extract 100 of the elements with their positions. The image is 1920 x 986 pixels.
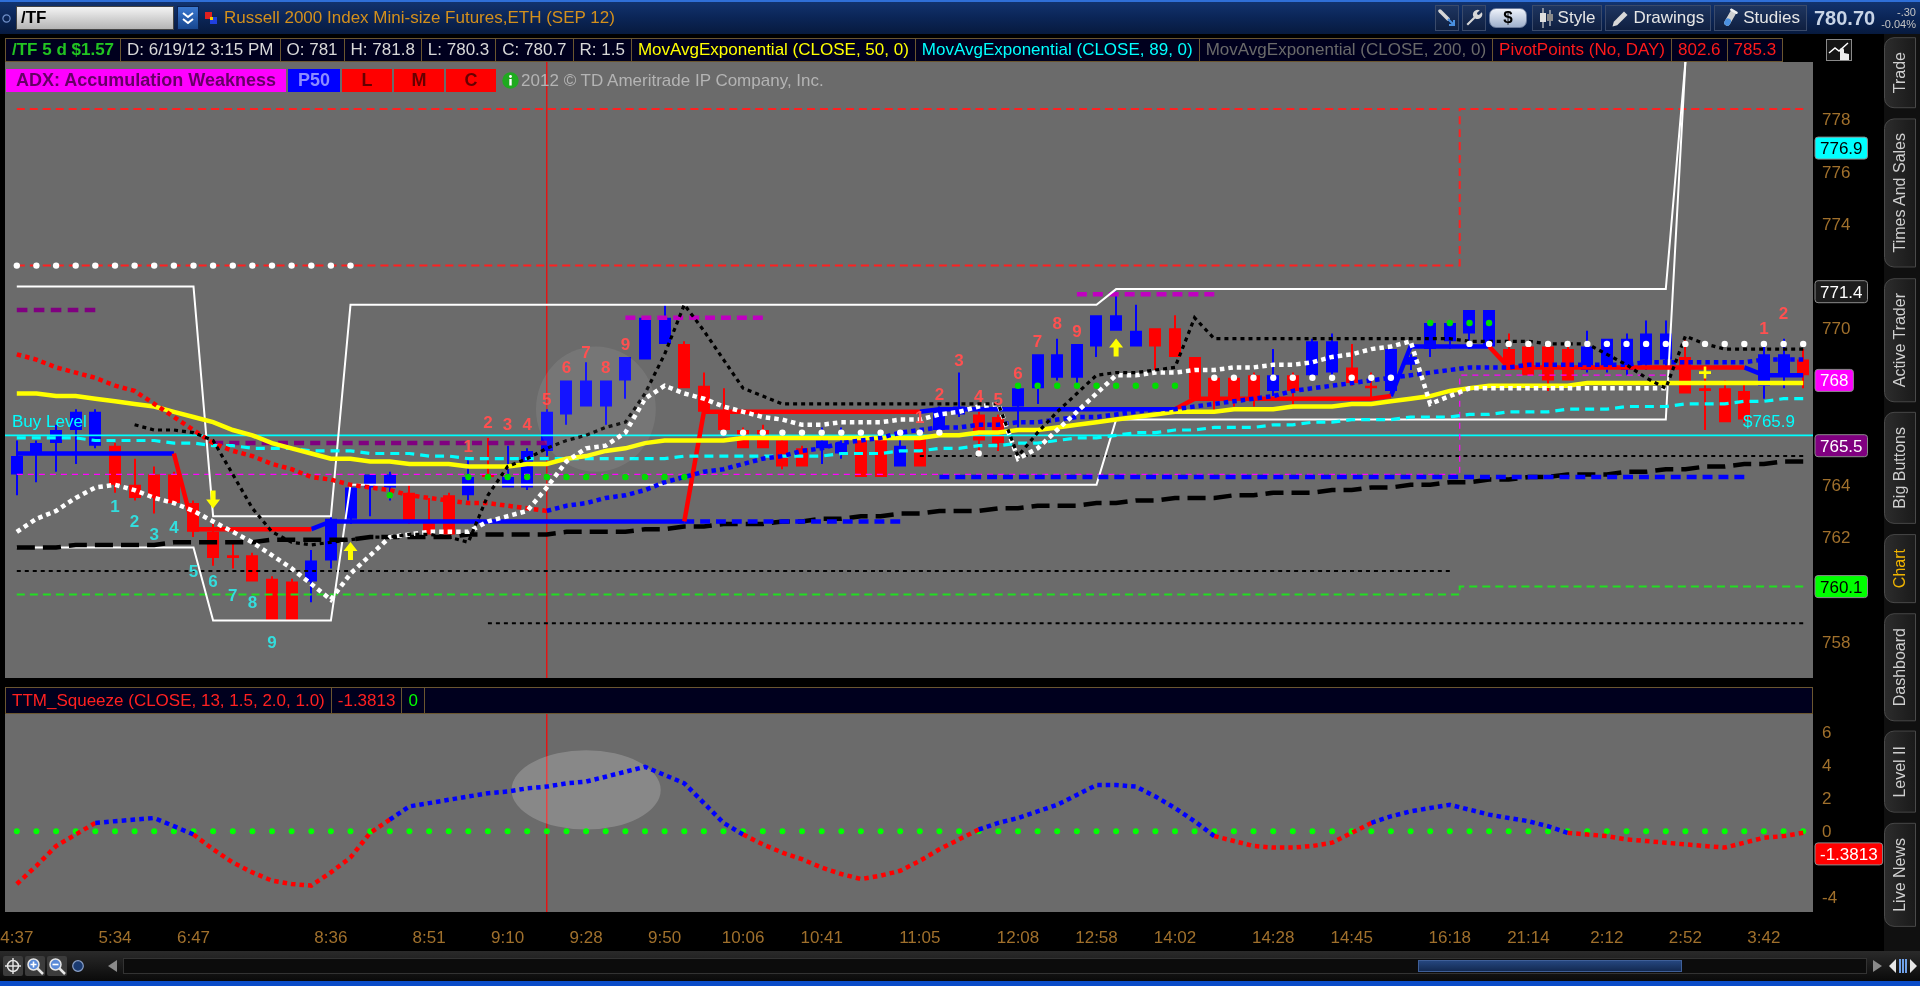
data-point	[465, 828, 472, 835]
data-point	[681, 473, 688, 481]
count-label: 7	[581, 342, 591, 362]
zoom-out-icon[interactable]	[47, 956, 67, 976]
study-badge: L	[342, 69, 393, 92]
side-tab[interactable]: Big Buttons	[1884, 411, 1916, 524]
candle	[1149, 328, 1161, 370]
data-point	[838, 429, 845, 436]
count-label: 1	[915, 408, 925, 427]
candle	[639, 317, 651, 360]
data-point	[857, 828, 864, 835]
candle	[364, 474, 376, 517]
data-point	[956, 828, 963, 835]
circle-icon[interactable]	[72, 960, 84, 972]
data-point	[1701, 340, 1709, 348]
data-point	[1034, 382, 1041, 389]
legend-item: /TF 5 d $1.57	[11, 39, 116, 61]
style-button[interactable]: Style	[1531, 5, 1603, 31]
count-label: 8	[1052, 314, 1062, 333]
data-point	[1093, 828, 1100, 835]
caret-right-icon[interactable]	[1873, 960, 1882, 972]
data-point	[1721, 828, 1728, 835]
candle	[1169, 315, 1181, 357]
data-point	[1446, 828, 1453, 835]
data-point	[1603, 828, 1610, 835]
time-label: 11:05	[899, 928, 941, 947]
side-tab[interactable]: Dashboard	[1884, 612, 1916, 722]
data-point	[1112, 382, 1120, 389]
dropdown-button[interactable]	[177, 6, 199, 30]
studies-button[interactable]: Studies	[1714, 5, 1807, 31]
data-point	[1564, 340, 1571, 348]
time-label: 12:58	[1075, 928, 1118, 947]
data-point	[1584, 828, 1591, 835]
drawings-button[interactable]: Drawings	[1605, 5, 1712, 31]
color-squares-icon	[205, 12, 217, 24]
candle	[11, 440, 23, 496]
data-point	[1211, 374, 1218, 381]
data-point	[641, 473, 649, 481]
time-label: 4:37	[0, 928, 34, 947]
time-label: 14:02	[1153, 928, 1197, 947]
cross-marker	[1697, 365, 1713, 380]
candle	[678, 341, 690, 389]
percent-change: -0.04%	[1881, 18, 1916, 30]
scrollbar-track[interactable]	[123, 958, 1867, 974]
side-tab[interactable]: Live News	[1884, 822, 1916, 927]
data-point	[543, 828, 550, 835]
data-point	[1152, 828, 1159, 835]
axis-tick-label: 758	[1822, 632, 1851, 652]
candle	[796, 445, 808, 467]
scrollbar-thumb[interactable]	[1418, 960, 1682, 972]
side-tab[interactable]: Level II	[1884, 731, 1916, 813]
axis-tick-label: 6	[1822, 723, 1832, 743]
candlestick-icon	[1538, 8, 1554, 28]
count-label: 4	[522, 414, 532, 434]
caret-left-icon[interactable]	[108, 960, 117, 972]
data-point	[1760, 828, 1767, 835]
data-point	[1584, 340, 1591, 348]
candle	[1719, 380, 1731, 423]
data-point	[602, 473, 609, 481]
candle	[1071, 343, 1083, 384]
symbol-field[interactable]: /TF	[16, 6, 174, 30]
info-icon[interactable]	[502, 72, 520, 89]
data-point	[877, 429, 884, 436]
count-label: 3	[954, 350, 964, 370]
candle	[325, 516, 337, 569]
count-label: 9	[267, 632, 277, 652]
count-label: 9	[620, 334, 631, 354]
wrench-button[interactable]	[1462, 5, 1487, 31]
count-label: 6	[208, 572, 218, 592]
data-point	[465, 473, 472, 481]
side-tab[interactable]: Trade	[1884, 37, 1916, 109]
side-tab[interactable]: Active Trader	[1884, 277, 1916, 402]
candle	[521, 448, 533, 491]
study-label: -1.3813	[336, 690, 397, 712]
brush-button[interactable]	[1435, 5, 1460, 31]
data-point	[1289, 828, 1296, 835]
resize-handle-icon[interactable]	[1889, 957, 1917, 975]
crosshair-icon[interactable]	[3, 956, 23, 976]
data-point	[1348, 828, 1355, 835]
count-label: 7	[1032, 332, 1043, 352]
data-point	[249, 828, 256, 835]
side-tab[interactable]: Times And Sales	[1884, 118, 1916, 268]
data-point	[524, 828, 531, 835]
price-change: -.30	[1897, 6, 1916, 18]
side-tab[interactable]: Chart	[1884, 533, 1916, 603]
dollar-button[interactable]: $	[1489, 8, 1527, 28]
count-label: 1	[110, 496, 120, 516]
data-point	[622, 473, 629, 481]
data-point	[1466, 340, 1473, 348]
count-label: 2	[934, 384, 945, 404]
data-point	[1073, 828, 1080, 835]
data-point	[975, 828, 982, 835]
candle	[148, 466, 160, 514]
zoom-in-icon[interactable]	[25, 956, 45, 976]
chart-pointer-icon[interactable]	[1826, 39, 1852, 61]
candle	[227, 542, 239, 569]
data-point	[13, 262, 20, 269]
data-point	[406, 828, 413, 835]
candle	[1679, 338, 1691, 394]
data-point	[1485, 340, 1493, 348]
